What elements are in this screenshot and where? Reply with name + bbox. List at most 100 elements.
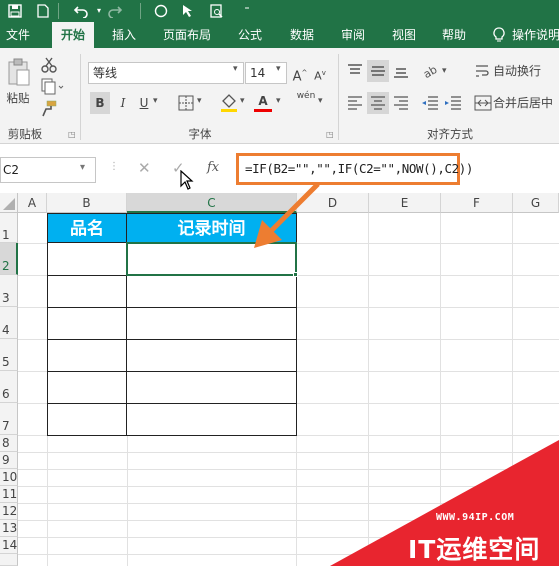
insert-function-icon[interactable]: fx <box>207 160 219 175</box>
tab-help[interactable]: 帮助 <box>434 22 474 48</box>
row-header-1[interactable]: 1 <box>0 213 18 243</box>
redo-icon[interactable] <box>104 0 126 22</box>
tab-insert[interactable]: 插入 <box>104 22 144 48</box>
circle-icon[interactable] <box>150 0 172 22</box>
row-header-8[interactable]: 8 <box>0 435 18 452</box>
align-right-icon[interactable] <box>392 94 410 112</box>
row-header-5[interactable]: 5 <box>0 339 18 371</box>
bold-button[interactable]: B <box>90 92 110 114</box>
tell-me-search[interactable]: 操作说明 <box>512 22 559 48</box>
tab-review[interactable]: 审阅 <box>333 22 373 48</box>
table-cell-b4[interactable] <box>47 307 127 340</box>
increase-font-icon[interactable]: A^ <box>292 62 308 84</box>
customize-icon[interactable]: ⁼ <box>236 0 258 22</box>
table-cell-c3[interactable] <box>126 275 297 308</box>
print-preview-icon[interactable] <box>206 0 228 22</box>
format-painter-icon[interactable] <box>40 100 58 118</box>
align-left-icon[interactable] <box>346 94 364 112</box>
underline-button[interactable]: U <box>136 92 152 114</box>
select-icon[interactable] <box>178 0 200 22</box>
row-header-11[interactable]: 11 <box>0 486 18 503</box>
tab-view[interactable]: 视图 <box>384 22 424 48</box>
wrap-text-button[interactable]: 自动换行 <box>493 60 551 82</box>
align-center-icon[interactable] <box>367 92 389 114</box>
row-header-2[interactable]: 2 <box>0 243 18 275</box>
tab-page-layout[interactable]: 页面布局 <box>156 22 218 48</box>
font-color-button[interactable]: A <box>254 90 272 112</box>
row-header-3[interactable]: 3 <box>0 275 18 307</box>
tab-home[interactable]: 开始 <box>52 22 94 48</box>
column-header-f[interactable]: F <box>441 193 513 213</box>
row-header-6[interactable]: 6 <box>0 371 18 403</box>
cut-icon[interactable] <box>40 56 58 74</box>
title-bar: ▾ ⁼ <box>0 0 559 22</box>
new-file-icon[interactable] <box>32 0 54 22</box>
row-header-7[interactable]: 7 <box>0 403 18 435</box>
clipboard-group-label: 剪贴板 <box>7 127 43 141</box>
paste-label[interactable]: 粘贴 <box>2 90 34 106</box>
alignment-group-label: 对齐方式 <box>427 127 473 141</box>
font-launcher-icon[interactable]: ◳ <box>326 130 334 139</box>
chevron-down-icon[interactable]: ▾ <box>442 66 447 76</box>
increase-indent-icon[interactable] <box>443 94 463 112</box>
cancel-icon[interactable]: ✕ <box>138 159 151 177</box>
tab-formulas[interactable]: 公式 <box>230 22 270 48</box>
column-header-a[interactable]: A <box>18 193 47 213</box>
borders-icon[interactable] <box>178 95 194 111</box>
align-top-icon[interactable] <box>346 62 364 80</box>
column-header-b[interactable]: B <box>47 193 127 213</box>
clipboard-launcher-icon[interactable]: ◳ <box>68 130 76 139</box>
chevron-down-icon[interactable]: ▾ <box>240 96 245 106</box>
merge-center-icon[interactable] <box>474 94 492 112</box>
select-all-corner[interactable] <box>0 193 18 213</box>
fill-handle[interactable] <box>293 272 298 277</box>
align-bottom-icon[interactable] <box>392 62 410 80</box>
chevron-down-icon[interactable]: ▾ <box>233 64 238 74</box>
row-header-9[interactable]: 9 <box>0 452 18 469</box>
copy-icon[interactable] <box>40 78 64 96</box>
column-header-e[interactable]: E <box>369 193 441 213</box>
table-cell-b2[interactable] <box>47 242 127 276</box>
font-group-label: 字体 <box>188 127 212 141</box>
merge-center-button[interactable]: 合并后居中 <box>493 92 559 114</box>
table-cell-b6[interactable] <box>47 371 127 404</box>
align-middle-icon[interactable] <box>367 60 389 82</box>
orientation-icon[interactable]: ab <box>421 62 440 81</box>
table-cell-b7[interactable] <box>47 403 127 436</box>
table-cell-c7[interactable] <box>126 403 297 436</box>
paste-icon[interactable] <box>6 58 32 88</box>
save-icon[interactable] <box>4 0 26 22</box>
group-divider <box>80 54 81 140</box>
chevron-down-icon[interactable]: ▾ <box>153 96 158 106</box>
phonetic-guide-button[interactable]: wén <box>294 90 318 112</box>
chevron-down-icon[interactable]: ▾ <box>80 162 85 173</box>
watermark-url: WWW.94IP.COM <box>436 512 515 523</box>
chevron-down-icon[interactable]: ▾ <box>276 64 281 74</box>
row-header-10[interactable]: 10 <box>0 469 18 486</box>
font-name-box[interactable]: 等线 <box>88 62 244 84</box>
chevron-down-icon[interactable]: ▾ <box>197 96 202 106</box>
chevron-down-icon[interactable]: ▾ <box>276 96 281 106</box>
chevron-down-icon[interactable]: ▾ <box>318 96 323 106</box>
name-box[interactable]: C2 <box>3 160 63 180</box>
decrease-indent-icon[interactable] <box>420 94 440 112</box>
row-header-13[interactable]: 13 <box>0 520 18 537</box>
table-cell-c4[interactable] <box>126 307 297 340</box>
row-header-15[interactable] <box>0 554 18 566</box>
table-cell-b3[interactable] <box>47 275 127 308</box>
decrease-font-icon[interactable]: Av <box>312 62 328 84</box>
fill-color-icon[interactable] <box>220 93 238 113</box>
row-header-14[interactable]: 14 <box>0 537 18 554</box>
italic-button[interactable]: I <box>114 92 132 114</box>
tab-data[interactable]: 数据 <box>282 22 322 48</box>
header-cell-product-name[interactable]: 品名 <box>47 213 127 243</box>
tab-file[interactable]: 文件 <box>0 22 36 48</box>
table-cell-c6[interactable] <box>126 371 297 404</box>
table-cell-b5[interactable] <box>47 339 127 372</box>
row-header-4[interactable]: 4 <box>0 307 18 339</box>
table-cell-c5[interactable] <box>126 339 297 372</box>
row-header-12[interactable]: 12 <box>0 503 18 520</box>
lightbulb-icon[interactable] <box>490 22 508 48</box>
wrap-text-icon[interactable] <box>474 62 490 80</box>
column-header-g[interactable]: G <box>513 193 559 213</box>
